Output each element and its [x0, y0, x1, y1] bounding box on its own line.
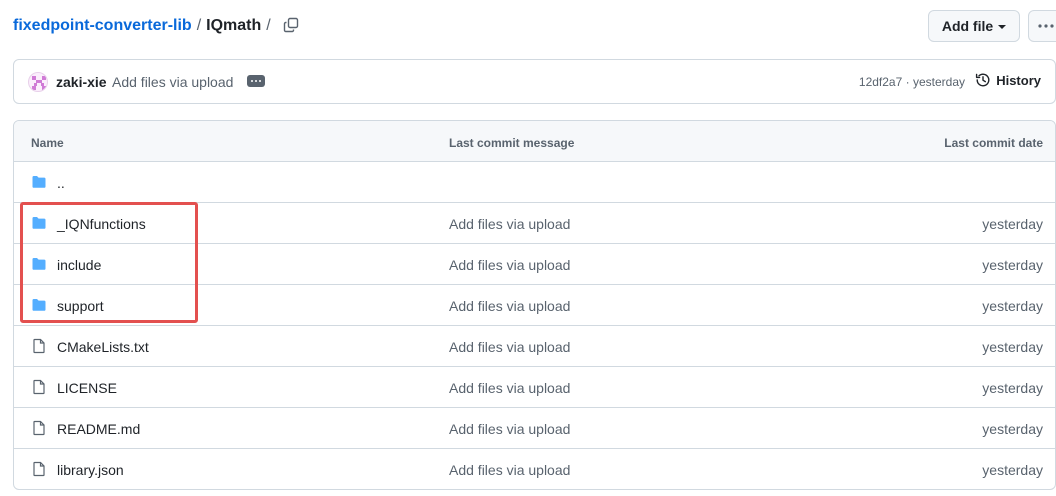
breadcrumb-separator: /: [196, 17, 202, 34]
folder-icon: [31, 297, 47, 313]
top-bar: fixedpoint-converter-lib / IQmath / Add …: [0, 0, 1056, 52]
column-header-message: Last commit message: [449, 136, 575, 150]
copy-path-button[interactable]: [280, 14, 302, 36]
expand-commit-message-button[interactable]: [247, 75, 265, 87]
file-link[interactable]: CMakeLists.txt: [57, 339, 149, 355]
commit-author[interactable]: zaki-xie: [56, 74, 107, 90]
folder-icon: [31, 174, 47, 190]
folder-link[interactable]: _IQNfunctions: [57, 216, 146, 232]
commit-meta-separator: ·: [905, 75, 910, 89]
file-link[interactable]: README.md: [57, 421, 140, 437]
file-link[interactable]: LICENSE: [57, 380, 117, 396]
table-row[interactable]: include Add files via upload yesterday: [14, 244, 1055, 285]
breadcrumb-trailing-separator: /: [266, 17, 271, 34]
breadcrumb-repo-link[interactable]: fixedpoint-converter-lib: [13, 16, 192, 36]
dot-icon: [259, 80, 261, 82]
history-icon: [976, 73, 990, 87]
row-commit-message[interactable]: Add files via upload: [449, 339, 570, 355]
table-row[interactable]: CMakeLists.txt Add files via upload yester…: [14, 326, 1055, 367]
row-commit-date: yesterday: [982, 257, 1043, 273]
file-icon: [31, 420, 47, 436]
add-file-button[interactable]: Add file: [928, 10, 1020, 42]
commit-time: yesterday: [912, 75, 965, 89]
table-row[interactable]: LICENSE Add files via upload yesterday: [14, 367, 1055, 408]
avatar[interactable]: [28, 72, 48, 92]
row-commit-date: yesterday: [982, 462, 1043, 478]
row-commit-date: yesterday: [982, 298, 1043, 314]
commit-message[interactable]: Add files via upload: [112, 74, 233, 90]
file-link[interactable]: library.json: [57, 462, 124, 478]
file-icon: [31, 461, 47, 477]
folder-link[interactable]: include: [57, 257, 101, 273]
table-header: Name Last commit message Last commit dat…: [14, 121, 1055, 162]
folder-icon: [31, 215, 47, 231]
row-commit-date: yesterday: [982, 216, 1043, 232]
row-commit-message[interactable]: Add files via upload: [449, 462, 570, 478]
table-row[interactable]: ..: [14, 162, 1055, 203]
commit-meta: 12df2a7 · yesterday: [859, 75, 965, 89]
row-commit-message[interactable]: Add files via upload: [449, 298, 570, 314]
latest-commit-bar: zaki-xie Add files via upload 12df2a7 · …: [13, 59, 1056, 104]
row-commit-message[interactable]: Add files via upload: [449, 380, 570, 396]
row-commit-date: yesterday: [982, 380, 1043, 396]
commit-sha[interactable]: 12df2a7: [859, 75, 902, 89]
dot-icon: [251, 80, 253, 82]
column-header-name: Name: [31, 136, 64, 150]
file-table: Name Last commit message Last commit dat…: [13, 120, 1056, 490]
add-file-label: Add file: [941, 18, 994, 34]
identicon-icon: [32, 76, 46, 90]
breadcrumb-current-folder: IQmath: [206, 17, 262, 34]
breadcrumb: fixedpoint-converter-lib / IQmath /: [13, 16, 276, 36]
more-options-button[interactable]: [1028, 10, 1056, 42]
dot-icon: [255, 80, 257, 82]
table-row[interactable]: README.md Add files via upload yesterday: [14, 408, 1055, 449]
caret-down-icon: [998, 25, 1007, 29]
row-commit-message[interactable]: Add files via upload: [449, 421, 570, 437]
row-commit-message[interactable]: Add files via upload: [449, 216, 570, 232]
table-row[interactable]: _IQNfunctions Add files via upload yesterd…: [14, 203, 1055, 244]
row-commit-date: yesterday: [982, 421, 1043, 437]
table-row[interactable]: library.json Add files via upload yesterda…: [14, 449, 1055, 489]
copy-icon: [283, 17, 299, 33]
column-header-date: Last commit date: [944, 136, 1043, 150]
folder-icon: [31, 256, 47, 272]
folder-link[interactable]: support: [57, 298, 104, 314]
row-commit-message[interactable]: Add files via upload: [449, 257, 570, 273]
folder-link[interactable]: ..: [57, 175, 65, 191]
row-commit-date: yesterday: [982, 339, 1043, 355]
history-label: History: [996, 72, 1041, 88]
table-row[interactable]: support Add files via upload yesterday: [14, 285, 1055, 326]
file-icon: [31, 338, 47, 354]
file-icon: [31, 379, 47, 395]
kebab-horizontal-icon: [1038, 24, 1054, 28]
history-button[interactable]: History: [975, 72, 1041, 88]
